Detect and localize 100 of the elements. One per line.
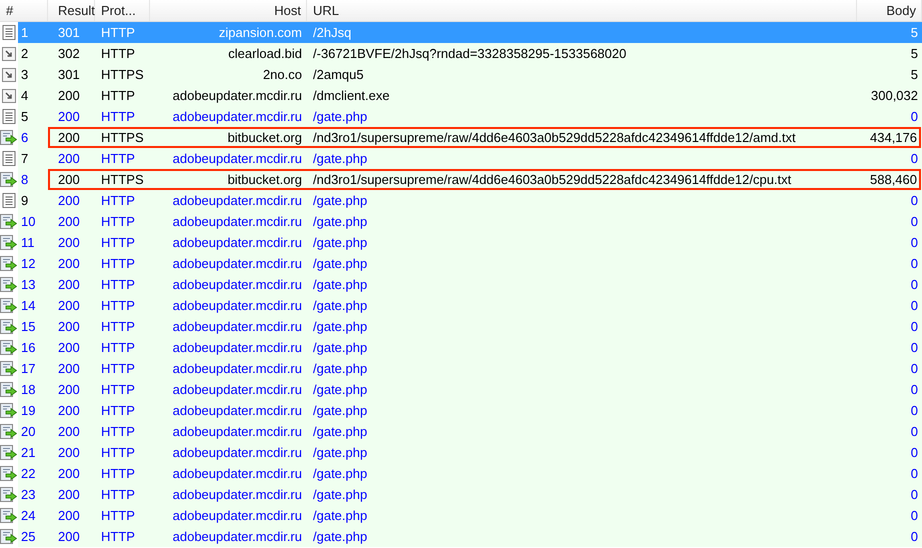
protocol-cell-text: HTTP	[100, 296, 136, 315]
column-header[interactable]: Prot...	[95, 0, 150, 21]
result-cell-text: 200	[57, 338, 81, 357]
session-row[interactable]: 17 200 HTTP adobeupdater.mcdir.ru /gate.php 0	[18, 358, 922, 379]
url-cell-text: /-36721BVFE/2hJsq?rndad=3328358295-1533568020	[312, 44, 628, 63]
column-header[interactable]: Result	[48, 0, 95, 21]
result-cell-text: 200	[57, 192, 81, 210]
session-row[interactable]: 8 200 HTTPS bitbucket.org /nd3ro1/supersupreme/raw/4dd6e4603a0b529dd5228afdc42349614ffdde12/cpu.txt 588,460	[18, 169, 922, 190]
document-arrow-icon	[0, 508, 18, 523]
result-cell-text: 200	[57, 318, 81, 336]
host-cell-text: adobeupdater.mcdir.ru	[172, 296, 303, 315]
session-row[interactable]: 2 302 HTTP clearload.bid /-36721BVFE/2hJsq?rndad=3328358295-1533568020 5	[18, 43, 922, 64]
body-cell-text: 0	[910, 380, 919, 399]
body-cell-text: 0	[910, 464, 919, 483]
body-cell-text: 0	[910, 402, 919, 420]
document-arrow-icon	[0, 424, 18, 439]
host-cell-text: adobeupdater.mcdir.ru	[172, 422, 303, 441]
body-cell-text: 5	[910, 24, 919, 42]
session-row[interactable]: 6 200 HTTPS bitbucket.org /nd3ro1/supersupreme/raw/4dd6e4603a0b529dd5228afdc42349614ffdde12/amd.txt 434,176	[18, 127, 922, 148]
row-number: 6	[20, 128, 30, 147]
result-cell-text: 200	[57, 444, 81, 462]
session-row[interactable]: 4 200 HTTP adobeupdater.mcdir.ru /dmclient.exe 300,032	[18, 85, 922, 106]
session-row[interactable]: 21 200 HTTP adobeupdater.mcdir.ru /gate.php 0	[18, 442, 922, 463]
url-cell-text: /gate.php	[312, 486, 368, 504]
document-arrow-icon	[0, 382, 18, 397]
document-arrow-icon	[0, 529, 18, 544]
row-number: 18	[20, 380, 36, 399]
body-cell-text: 0	[910, 360, 919, 378]
session-row[interactable]: 3 301 HTTPS 2no.co /2amqu5 5	[18, 64, 922, 85]
body-cell-text: 300,032	[870, 86, 919, 105]
result-cell-text: 200	[57, 254, 81, 273]
protocol-cell-text: HTTP	[100, 254, 136, 273]
host-cell-text: adobeupdater.mcdir.ru	[172, 234, 303, 252]
row-number: 9	[20, 192, 30, 210]
body-cell-text: 0	[910, 276, 919, 294]
session-row[interactable]: 25 200 HTTP adobeupdater.mcdir.ru /gate.php 0	[18, 526, 922, 547]
result-cell-text: 200	[57, 380, 81, 399]
session-row[interactable]: 9 200 HTTP adobeupdater.mcdir.ru /gate.php 0	[18, 190, 922, 211]
protocol-cell-text: HTTP	[100, 108, 136, 126]
session-row[interactable]: 19 200 HTTP adobeupdater.mcdir.ru /gate.php 0	[18, 400, 922, 421]
url-cell-text: /gate.php	[312, 360, 368, 378]
document-arrow-icon	[0, 403, 18, 418]
column-header[interactable]: Body	[857, 0, 922, 21]
host-cell-text: bitbucket.org	[226, 170, 303, 189]
host-cell-text: bitbucket.org	[226, 128, 303, 147]
host-cell-text: adobeupdater.mcdir.ru	[172, 338, 303, 357]
protocol-cell-text: HTTPS	[100, 170, 145, 189]
url-cell-text: /gate.php	[312, 212, 368, 231]
protocol-cell-text: HTTP	[100, 234, 136, 252]
host-cell-text: adobeupdater.mcdir.ru	[172, 318, 303, 336]
protocol-cell-text: HTTP	[100, 24, 136, 42]
session-row[interactable]: 14 200 HTTP adobeupdater.mcdir.ru /gate.php 0	[18, 295, 922, 316]
row-number: 14	[20, 296, 36, 315]
session-row[interactable]: 13 200 HTTP adobeupdater.mcdir.ru /gate.php 0	[18, 274, 922, 295]
protocol-cell-text: HTTP	[100, 402, 136, 420]
session-row[interactable]: 11 200 HTTP adobeupdater.mcdir.ru /gate.php 0	[18, 232, 922, 253]
url-cell-text: /gate.php	[312, 464, 368, 483]
result-cell-text: 200	[57, 212, 81, 231]
body-cell-text: 0	[910, 528, 919, 546]
session-row[interactable]: 20 200 HTTP adobeupdater.mcdir.ru /gate.php 0	[18, 421, 922, 442]
document-arrow-icon	[0, 445, 18, 460]
column-header[interactable]: URL	[307, 0, 857, 21]
body-cell-text: 0	[910, 506, 919, 525]
protocol-cell-text: HTTP	[100, 422, 136, 441]
session-row[interactable]: 10 200 HTTP adobeupdater.mcdir.ru /gate.php 0	[18, 211, 922, 232]
result-cell-text: 301	[57, 66, 81, 84]
session-row[interactable]: 16 200 HTTP adobeupdater.mcdir.ru /gate.php 0	[18, 337, 922, 358]
document-arrow-icon	[0, 466, 18, 481]
session-row[interactable]: 7 200 HTTP adobeupdater.mcdir.ru /gate.php 0	[18, 148, 922, 169]
result-cell-text: 200	[57, 170, 81, 189]
document-arrow-icon	[0, 361, 18, 376]
session-row[interactable]: 18 200 HTTP adobeupdater.mcdir.ru /gate.php 0	[18, 379, 922, 400]
row-number: 15	[20, 318, 36, 336]
document-icon	[2, 25, 16, 40]
url-cell-text: /gate.php	[312, 380, 368, 399]
host-cell-text: adobeupdater.mcdir.ru	[172, 150, 303, 168]
url-cell-text: /gate.php	[312, 108, 368, 126]
column-header[interactable]: Host	[150, 0, 307, 21]
session-row[interactable]: 22 200 HTTP adobeupdater.mcdir.ru /gate.php 0	[18, 463, 922, 484]
body-cell-text: 0	[910, 108, 919, 126]
session-row[interactable]: 5 200 HTTP adobeupdater.mcdir.ru /gate.php 0	[18, 106, 922, 127]
result-cell-text: 200	[57, 276, 81, 294]
session-row[interactable]: 24 200 HTTP adobeupdater.mcdir.ru /gate.php 0	[18, 505, 922, 526]
host-cell-text: adobeupdater.mcdir.ru	[172, 108, 303, 126]
document-icon	[2, 151, 16, 166]
body-cell-text: 0	[910, 192, 919, 210]
column-header[interactable]: #	[0, 0, 48, 21]
protocol-cell-text: HTTPS	[100, 66, 145, 84]
url-cell-text: /2amqu5	[312, 66, 365, 84]
document-arrow-icon	[0, 235, 18, 250]
session-row[interactable]: 23 200 HTTP adobeupdater.mcdir.ru /gate.php 0	[18, 484, 922, 505]
url-cell-text: /gate.php	[312, 254, 368, 273]
session-row[interactable]: 12 200 HTTP adobeupdater.mcdir.ru /gate.php 0	[18, 253, 922, 274]
session-row[interactable]: 15 200 HTTP adobeupdater.mcdir.ru /gate.php 0	[18, 316, 922, 337]
row-number: 12	[20, 254, 36, 273]
url-cell-text: /gate.php	[312, 506, 368, 525]
row-number: 8	[20, 170, 30, 189]
document-icon	[2, 193, 16, 208]
document-arrow-icon	[0, 487, 18, 502]
url-cell-text: /2hJsq	[312, 24, 352, 42]
